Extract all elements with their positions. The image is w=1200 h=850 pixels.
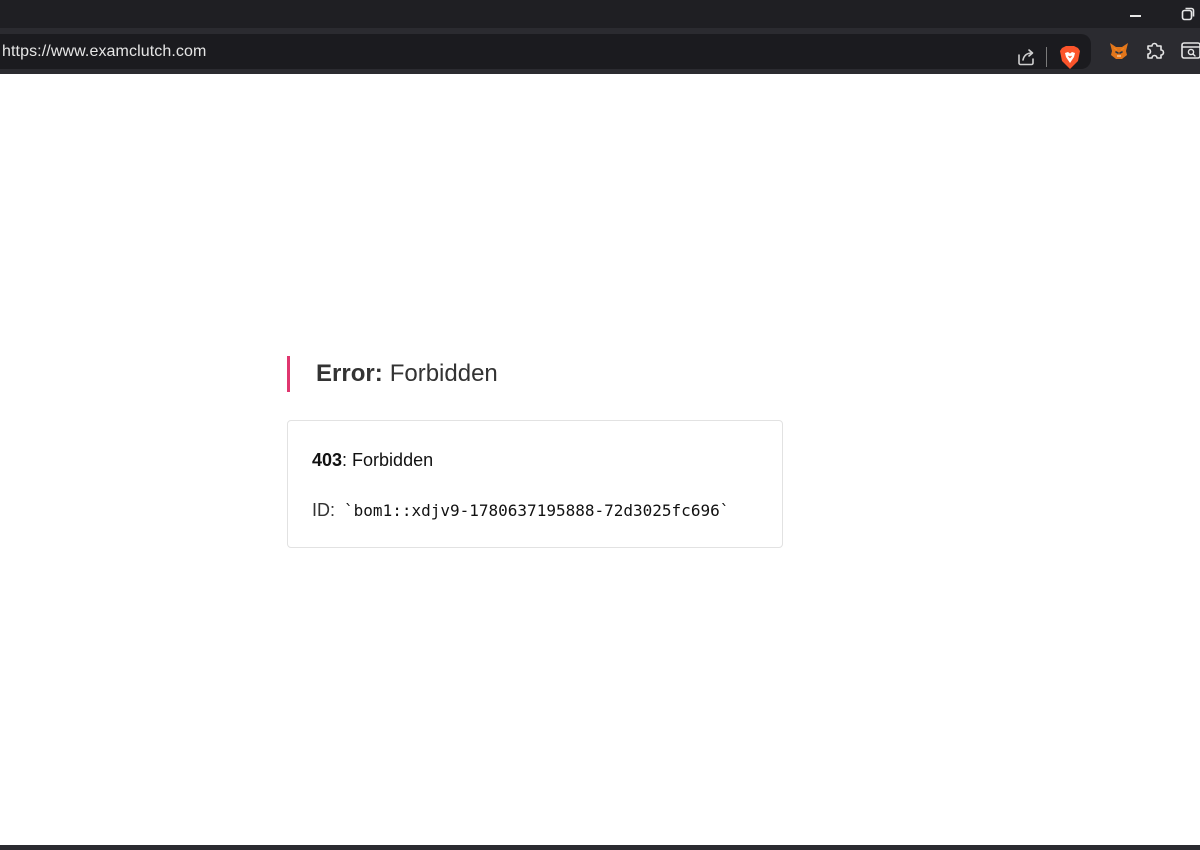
- error-heading: Error: Forbidden: [287, 356, 498, 392]
- brave-shield-icon[interactable]: [1058, 44, 1082, 70]
- puzzle-icon[interactable]: [1143, 38, 1167, 62]
- restore-icon: [1181, 7, 1195, 21]
- status-line: 403: Forbidden: [312, 450, 433, 471]
- browser-toolbar: https://www.examclutch.com: [0, 28, 1200, 74]
- request-id-line: ID: `bom1::xdjv9-1780637195888-72d3025fc…: [312, 500, 729, 521]
- minimize-icon: [1129, 15, 1141, 17]
- request-id-label: ID:: [312, 500, 336, 520]
- address-bar-divider: [1046, 47, 1047, 67]
- url-text[interactable]: https://www.examclutch.com: [2, 43, 206, 61]
- request-id-value: `bom1::xdjv9-1780637195888-72d3025fc696`: [344, 501, 730, 520]
- minimize-button[interactable]: [1115, 0, 1155, 28]
- browser-window: https://www.examclutch.com Error: Forbid…: [0, 0, 1200, 850]
- status-text: : Forbidden: [342, 450, 434, 470]
- title-bar: [0, 0, 1200, 28]
- restore-button[interactable]: [1168, 0, 1200, 28]
- error-heading-text: Forbidden: [389, 360, 498, 387]
- wallet-icon[interactable]: [1180, 39, 1200, 61]
- share-icon[interactable]: [1015, 46, 1037, 68]
- fox-extension-icon[interactable]: [1107, 39, 1131, 63]
- error-details-card: 403: Forbidden ID: `bom1::xdjv9-17806371…: [287, 420, 783, 548]
- status-code: 403: [312, 450, 343, 470]
- bottom-border: [0, 845, 1200, 850]
- address-bar[interactable]: https://www.examclutch.com: [0, 34, 1091, 69]
- page-content: Error: Forbidden 403: Forbidden ID: `bom…: [0, 74, 1200, 845]
- error-heading-label: Error:: [316, 360, 383, 387]
